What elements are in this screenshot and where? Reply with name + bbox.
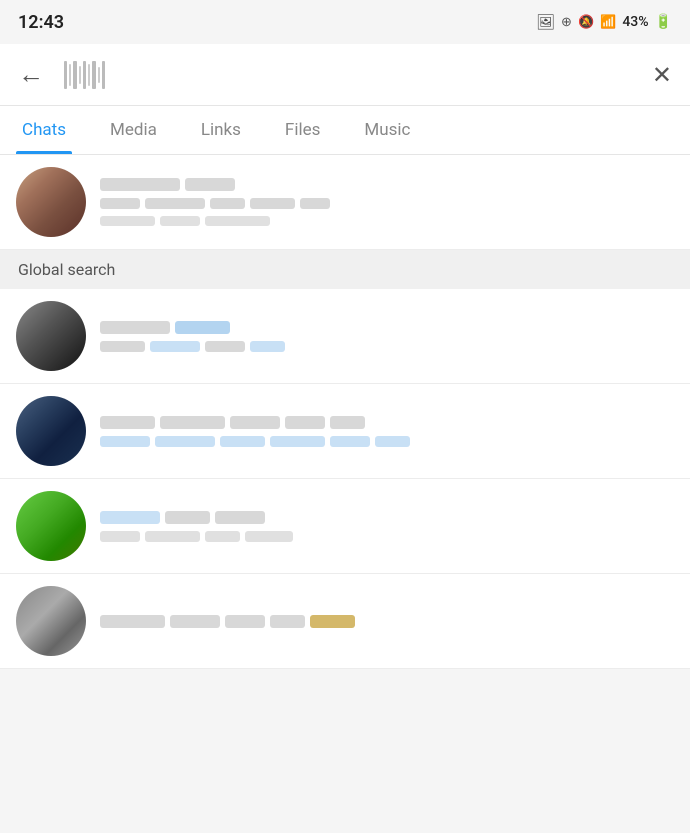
tab-chats[interactable]: Chats (0, 106, 88, 154)
content-area: Global search (0, 155, 690, 669)
back-button[interactable]: ← (18, 59, 50, 90)
battery-text: 43% (622, 14, 648, 30)
chat-info (100, 321, 674, 352)
avatar (16, 301, 86, 371)
avatar (16, 396, 86, 466)
avatar (16, 491, 86, 561)
avatar (16, 167, 86, 237)
tab-music[interactable]: Music (342, 106, 432, 154)
mute-icon: 🔕 (578, 15, 594, 30)
list-item[interactable] (0, 479, 690, 574)
chat-info (100, 416, 674, 447)
close-button[interactable]: ✕ (652, 61, 672, 89)
list-item[interactable] (0, 289, 690, 384)
status-bar: 12:43 🖼 ⊕ 🔕 📶 43% 🔋 (0, 0, 690, 44)
chat-info (100, 615, 674, 628)
status-time: 12:43 (18, 12, 64, 33)
image-status-icon: 🖼 (536, 13, 555, 31)
chat-info (100, 511, 674, 542)
list-item[interactable] (0, 155, 690, 250)
list-item[interactable] (0, 574, 690, 669)
tabs-container: Chats Media Links Files Music (0, 106, 690, 155)
tab-links[interactable]: Links (179, 106, 263, 154)
top-nav: ← ✕ (0, 44, 690, 106)
avatar (16, 586, 86, 656)
tab-media[interactable]: Media (88, 106, 179, 154)
status-icons: 🖼 ⊕ 🔕 📶 43% 🔋 (536, 13, 672, 31)
battery-icon: 🔋 (655, 14, 672, 30)
wifi-icon: 📶 (600, 15, 616, 30)
list-item[interactable] (0, 384, 690, 479)
search-barcode (64, 61, 652, 89)
chat-info (100, 178, 674, 226)
section-header-global-search: Global search (0, 250, 690, 289)
signal-icon: ⊕ (561, 15, 572, 30)
tab-files[interactable]: Files (263, 106, 342, 154)
